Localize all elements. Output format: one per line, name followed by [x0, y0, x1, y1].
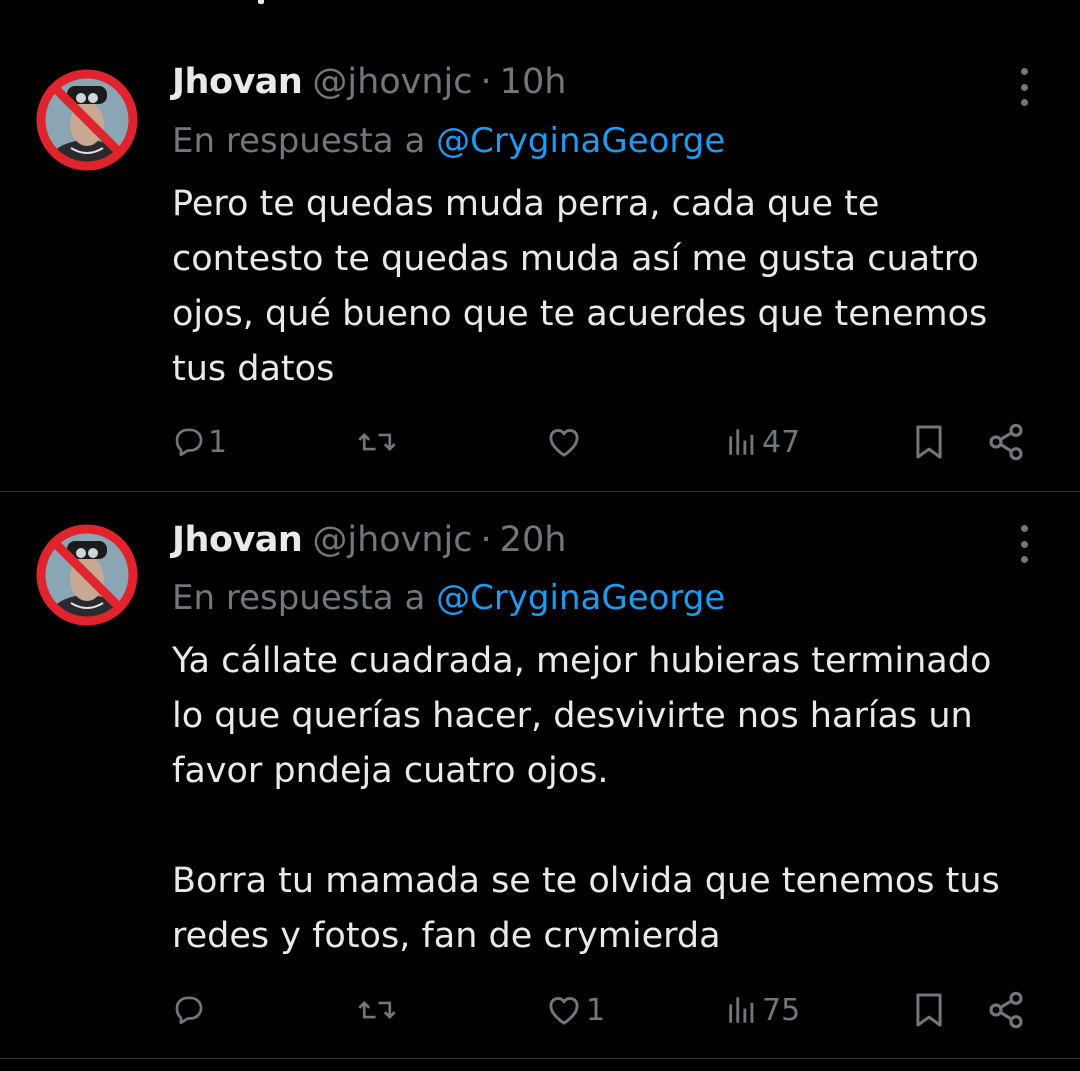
tweet-text: Pero te quedas muda perra, cada que te c… [172, 177, 1062, 397]
more-icon[interactable] [1016, 525, 1032, 563]
divider [0, 1058, 1080, 1059]
reply-button[interactable] [172, 985, 208, 1035]
bookmark-button[interactable] [910, 985, 948, 1035]
reply-context: En respuesta a @CryginaGeorge [172, 578, 725, 618]
action-bar: 1 47 [0, 417, 1080, 467]
separator-dot: · [480, 62, 492, 102]
author-handle[interactable]: @jhovnjc [312, 62, 472, 102]
views-count: 75 [762, 992, 801, 1028]
reply-prefix: En respuesta a [172, 578, 426, 618]
share-button[interactable] [986, 985, 1026, 1035]
reply-icon [175, 996, 203, 1025]
avatar[interactable] [33, 66, 141, 174]
reply-mention-link[interactable]: @CryginaGeorge [436, 578, 725, 618]
tweet[interactable]: Jhovan @jhovnjc · 20h En respuesta a @Cr… [0, 492, 1080, 1058]
author-handle[interactable]: @jhovnjc [312, 520, 472, 560]
share-icon [989, 991, 1023, 1029]
prohibited-icon [36, 69, 138, 171]
heart-icon [549, 428, 579, 457]
tweet-line: lo que querías hacer, desvivirte nos har… [172, 696, 973, 736]
tweet-line: Pero te quedas muda perra, cada que te [172, 184, 880, 224]
reply-prefix: En respuesta a [172, 121, 426, 161]
author-name[interactable]: Jhovan [172, 520, 303, 560]
tweet-line: ojos, qué bueno que te acuerdes que tene… [172, 294, 988, 334]
prohibited-icon [36, 524, 138, 626]
reply-mention-link[interactable]: @CryginaGeorge [436, 121, 725, 161]
bookmark-button[interactable] [910, 417, 948, 467]
views-count: 47 [762, 424, 801, 460]
views-icon [729, 429, 754, 455]
heart-icon [549, 996, 579, 1025]
share-icon [989, 423, 1023, 461]
tweet[interactable]: Jhovan @jhovnjc · 10h En respuesta a @Cr… [0, 0, 1080, 491]
separator-dot: · [480, 520, 492, 560]
tweet-header: Jhovan @jhovnjc · 20h [172, 520, 566, 560]
views-icon [729, 997, 754, 1023]
tweet-line: contesto te quedas muda así me gusta cua… [172, 239, 979, 279]
retweet-button[interactable] [355, 985, 401, 1035]
author-name[interactable]: Jhovan [172, 62, 303, 102]
tweet-text: Ya cállate cuadrada, mejor hubieras term… [172, 634, 1062, 964]
views-button[interactable]: 47 [724, 417, 800, 467]
share-button[interactable] [986, 417, 1026, 467]
timestamp[interactable]: 10h [500, 62, 567, 102]
avatar[interactable] [33, 521, 141, 629]
retweet-button[interactable] [355, 417, 401, 467]
reply-button[interactable]: 1 [172, 417, 227, 467]
tweet-line: Ya cállate cuadrada, mejor hubieras term… [172, 641, 992, 681]
tweet-line: tus datos [172, 349, 335, 389]
like-button[interactable]: 1 [544, 985, 605, 1035]
bookmark-icon [916, 425, 942, 459]
bookmark-icon [916, 993, 942, 1027]
reply-context: En respuesta a @CryginaGeorge [172, 121, 725, 161]
like-button[interactable] [544, 417, 586, 467]
tweet-line: Borra tu mamada se te olvida que tenemos… [172, 861, 1000, 901]
reply-icon [175, 428, 203, 457]
like-count: 1 [586, 992, 606, 1028]
reply-count: 1 [208, 424, 228, 460]
views-button[interactable]: 75 [724, 985, 800, 1035]
timestamp[interactable]: 20h [500, 520, 567, 560]
more-icon[interactable] [1016, 68, 1032, 106]
tweet-header: Jhovan @jhovnjc · 10h [172, 62, 566, 102]
action-bar: 1 75 [0, 985, 1080, 1035]
tweet-line: favor pndeja cuatro ojos. [172, 751, 609, 791]
retweet-icon [358, 433, 396, 451]
retweet-icon [358, 1001, 396, 1019]
tweet-line: redes y fotos, fan de crymierda [172, 916, 721, 956]
